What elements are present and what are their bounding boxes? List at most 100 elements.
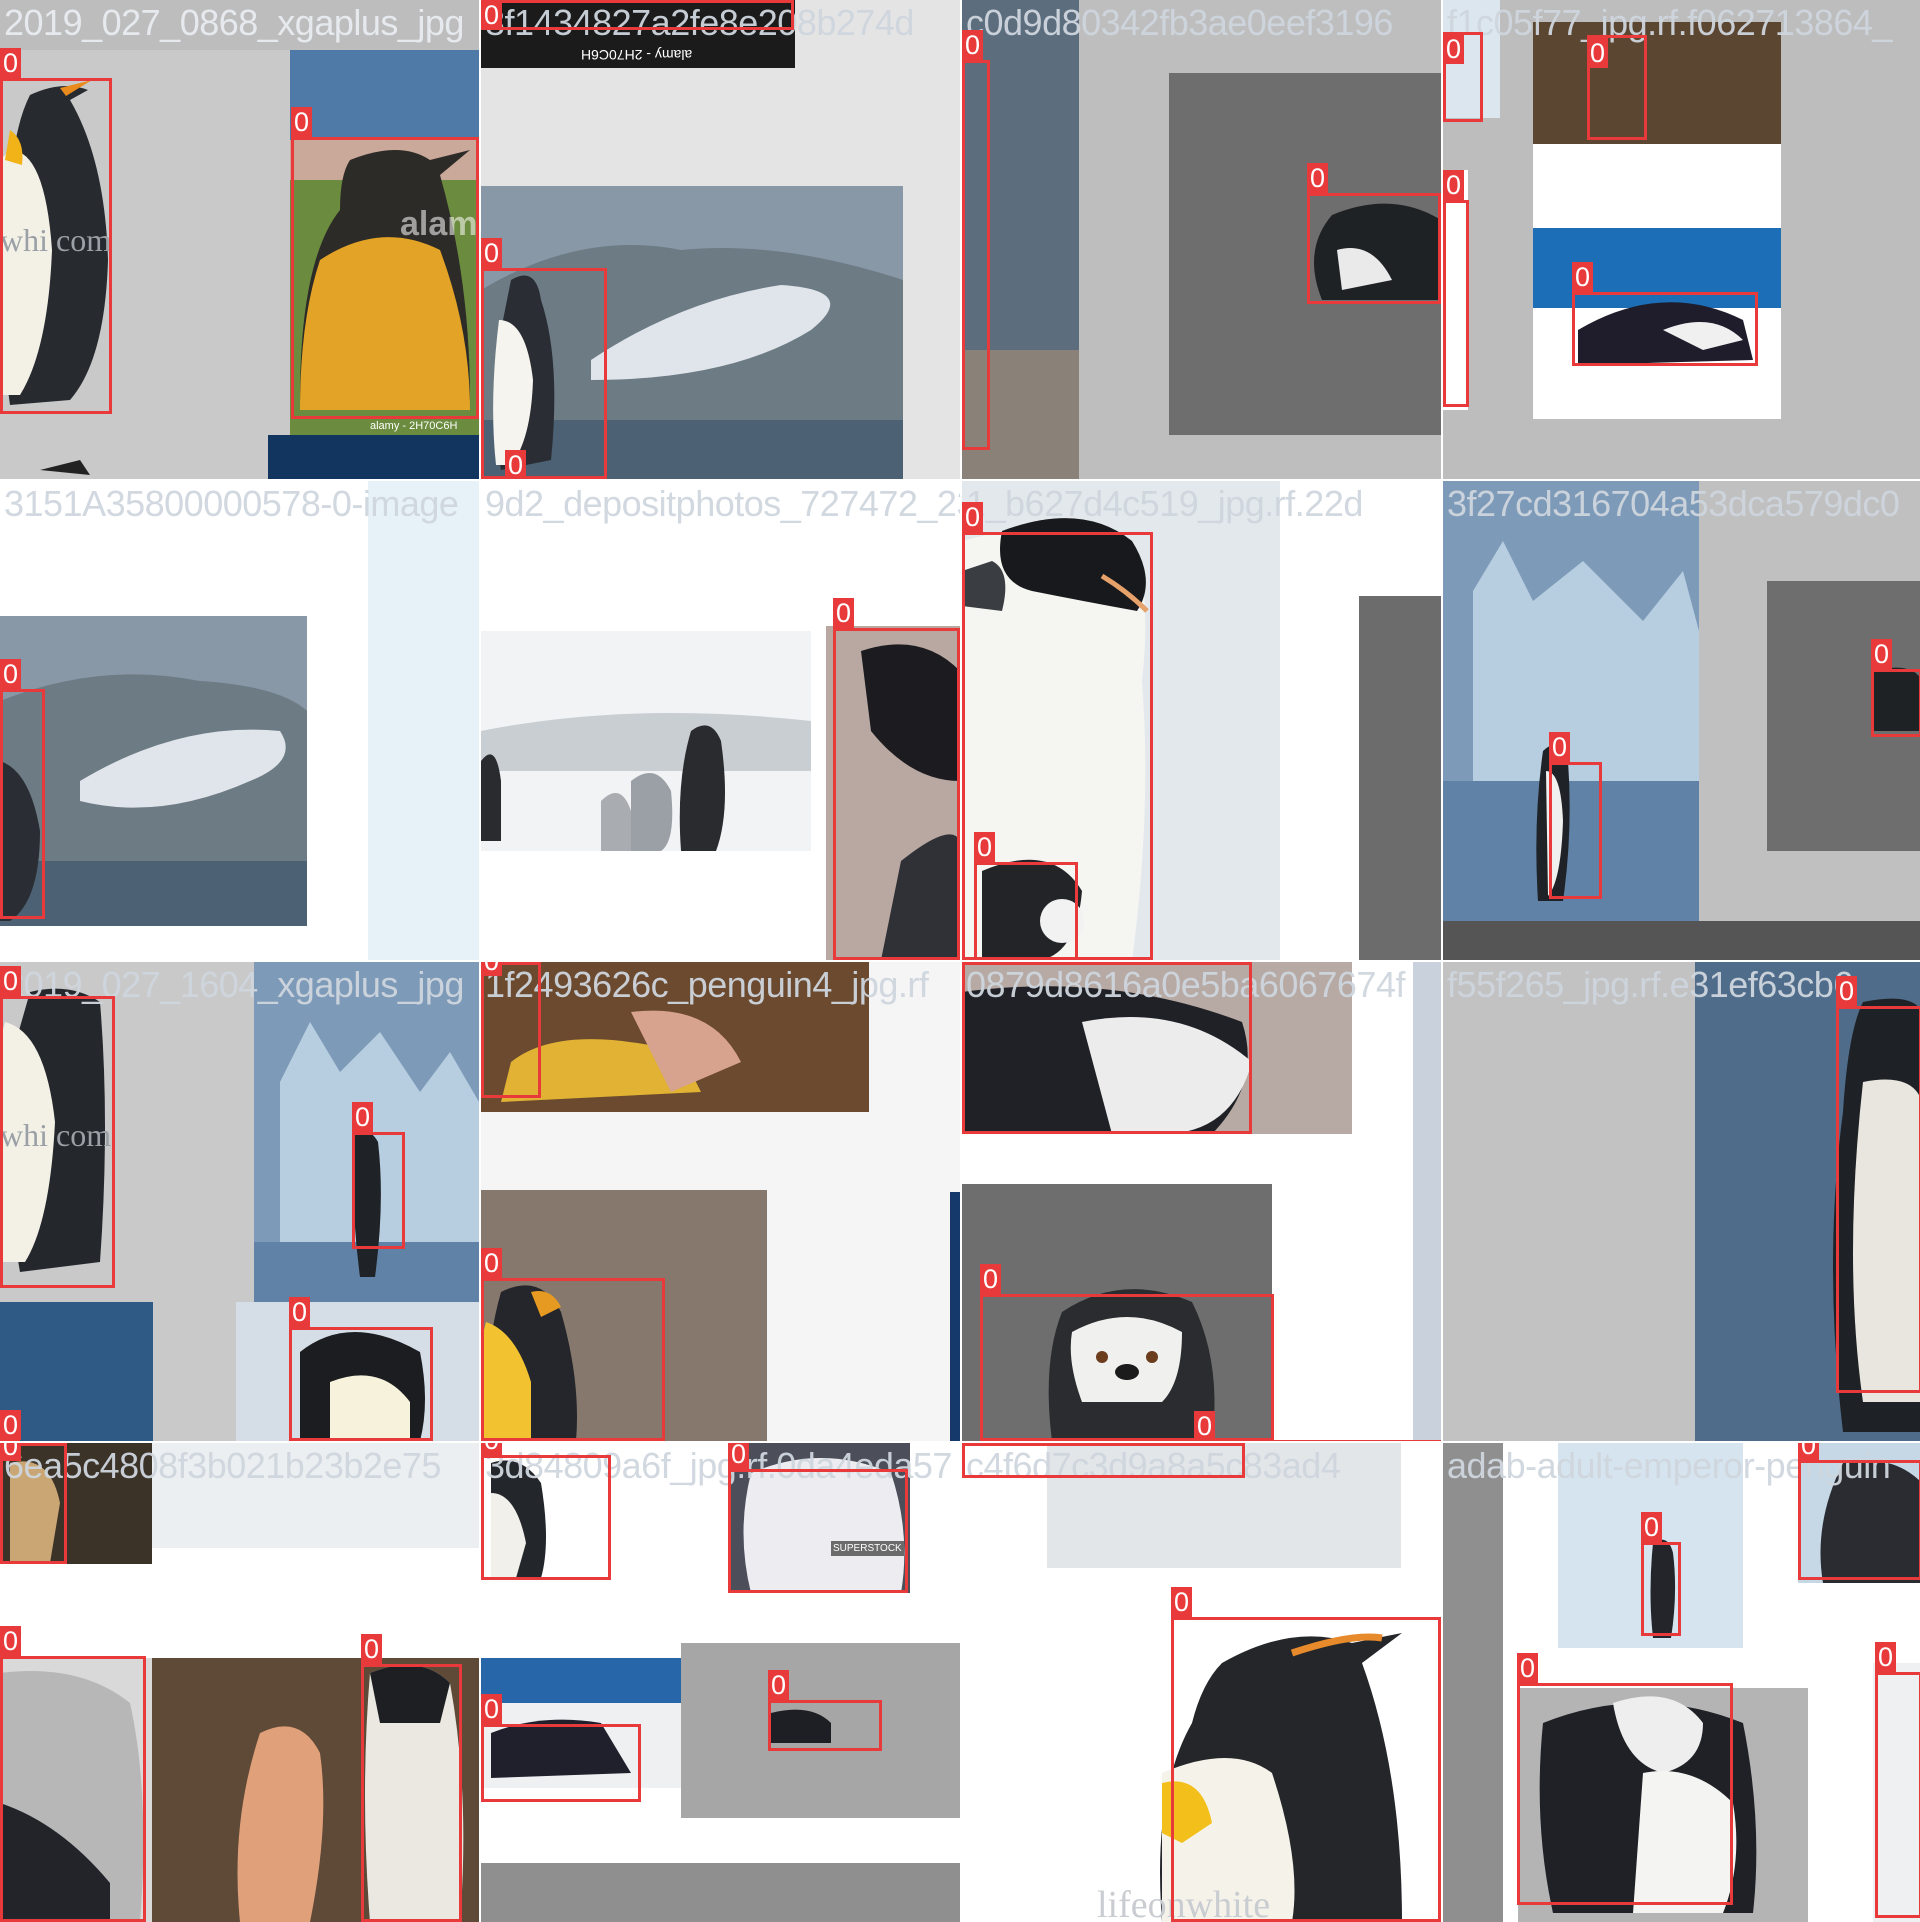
class-label: 0	[1875, 1642, 1897, 1672]
class-label: 0	[1587, 38, 1609, 68]
watermark-text: alamy - 2H70C6H	[581, 47, 693, 63]
mosaic-tile: f55f265_jpg.rf.e31ef63cb6 0	[1443, 962, 1920, 1441]
bounding-box	[962, 1443, 1245, 1478]
mosaic-tile: 2019_027_1604_xgaplus_jpg whi com 0 0 0 …	[0, 962, 479, 1441]
bounding-box	[481, 1455, 611, 1580]
tile-filename: 6ea5c4808f3b021b23b2e75	[4, 1445, 441, 1486]
mosaic-tile: f1c05f77_jpg.rf.f062713864_ 0 0 0 0	[1443, 0, 1920, 479]
tile-filename: 3f27cd316704a53dca579dc0	[1447, 483, 1900, 524]
mosaic-tile: 3151A35800000578-0-image 0	[0, 481, 479, 960]
mosaic-tile: 8f1434827a2fe8e208b274d alamy - 2H70C6H …	[481, 0, 960, 479]
class-label: 0	[1871, 639, 1893, 669]
mosaic-tile: 0879d8616a0e5ba6067674f 0 0	[962, 962, 1441, 1441]
class-label: 0	[0, 966, 22, 996]
bounding-box	[289, 1327, 433, 1441]
mosaic-tile: c0d9d80342fb3ae0eef3196 0 0	[962, 0, 1441, 479]
tile-image	[1443, 0, 1920, 479]
bounding-box	[1171, 1617, 1441, 1922]
class-label: 0	[481, 962, 503, 976]
class-label: 0	[974, 832, 996, 862]
tile-image	[0, 481, 479, 960]
bounding-box	[1443, 200, 1469, 407]
mosaic-tile: 1f2493626c_penguin4_jpg.rf 0 0	[481, 962, 960, 1441]
bounding-box	[0, 996, 115, 1288]
bounding-box	[1194, 1440, 1441, 1441]
class-label: 0	[291, 107, 313, 137]
class-label: 0	[980, 1264, 1002, 1294]
mosaic-tile: 2019_027_0868_xgaplus_jpg whi com alamy …	[0, 0, 479, 479]
class-label: 0	[833, 598, 855, 628]
mosaic-tile: 9d2_depositphotos_727472_23266_ 0	[481, 481, 960, 960]
tile-filename: 1_b627d4c519_jpg.rf.22d	[966, 483, 1363, 524]
class-label: 0	[1443, 34, 1465, 64]
tile-filename: 9d2_depositphotos_727472_23266_	[485, 483, 960, 524]
tile-image	[1443, 481, 1920, 960]
mosaic-tile: 3d84809a6f_jpg.rf.0da4eda57 SUPERSTOCK 0…	[481, 1443, 960, 1922]
class-label: 0	[481, 0, 503, 30]
bounding-box	[481, 1724, 641, 1802]
bounding-box	[0, 689, 45, 919]
class-label: 0	[962, 502, 984, 532]
tile-filename: c0d9d80342fb3ae0eef3196	[966, 2, 1393, 43]
class-label: 0	[352, 1102, 374, 1132]
class-label: 0	[768, 1670, 790, 1700]
bounding-box	[1875, 1672, 1920, 1918]
bounding-box	[974, 862, 1078, 960]
tile-filename: 1f2493626c_penguin4_jpg.rf	[485, 964, 929, 1005]
bounding-box	[768, 1700, 882, 1751]
class-label: 0	[481, 1248, 503, 1278]
class-label: 0	[1443, 170, 1465, 200]
bounding-box	[1517, 1683, 1733, 1905]
training-batch-mosaic: 2019_027_0868_xgaplus_jpg whi com alamy …	[0, 0, 1920, 1922]
bounding-box	[481, 1278, 665, 1441]
bounding-box	[481, 962, 541, 1098]
class-label: 0	[0, 659, 22, 689]
bounding-box	[291, 137, 479, 419]
bounding-box	[962, 60, 990, 450]
class-label: 0	[962, 30, 984, 60]
mosaic-tile: c4f6d7c3d9a8a5c83ad4 lifeonwhite 0	[962, 1443, 1441, 1922]
class-label: 0	[481, 238, 503, 268]
tile-filename: 2019_027_0868_xgaplus_jpg	[4, 2, 464, 43]
class-label: 0	[1798, 1443, 1820, 1460]
bounding-box	[0, 1656, 146, 1922]
class-label: 0	[0, 48, 22, 78]
mosaic-tile: 6ea5c4808f3b021b23b2e75 0 0 0	[0, 1443, 479, 1922]
class-label: 0	[1641, 1512, 1663, 1542]
tile-filename: f1c05f77_jpg.rf.f062713864_	[1447, 2, 1892, 43]
watermark-text: alamy - 2H70C6H	[370, 420, 458, 432]
bounding-box	[1572, 292, 1758, 366]
tile-filename: f55f265_jpg.rf.e31ef63cb6	[1447, 964, 1853, 1005]
class-label: 0	[1171, 1587, 1193, 1617]
bounding-box	[1307, 193, 1441, 304]
bounding-box	[1836, 1006, 1920, 1393]
mosaic-tile: adab-adult-emperor-penguin 0 0 0 0	[1443, 1443, 1920, 1922]
mosaic-tile: 1_b627d4c519_jpg.rf.22d 0 0	[962, 481, 1441, 960]
bounding-box	[1871, 669, 1920, 737]
tile-filename: 3151A35800000578-0-image	[4, 483, 459, 524]
class-label: 0	[1194, 1411, 1216, 1441]
bounding-box	[0, 1443, 67, 1564]
class-label: 0	[1572, 262, 1594, 292]
class-label: 0	[1836, 976, 1858, 1006]
bounding-box	[352, 1132, 405, 1249]
bounding-box	[1549, 762, 1602, 899]
class-label: 0	[505, 450, 527, 479]
class-label: 0	[1549, 732, 1571, 762]
class-label: 0	[728, 1443, 750, 1469]
bounding-box	[728, 1469, 908, 1593]
class-label: 0	[1307, 163, 1329, 193]
class-label: 0	[481, 1443, 503, 1455]
class-label: 0	[1517, 1653, 1539, 1683]
bounding-box	[361, 1664, 462, 1922]
class-label: 0	[0, 1626, 22, 1656]
bounding-box	[962, 962, 1252, 1134]
class-label: 0	[481, 1694, 503, 1724]
bounding-box	[980, 1294, 1274, 1441]
class-label: 0	[289, 1297, 311, 1327]
bounding-box	[481, 268, 607, 479]
class-label: 0	[361, 1634, 383, 1664]
class-label: 0	[0, 1443, 22, 1461]
class-label: 0	[0, 1410, 22, 1440]
mosaic-tile: 3f27cd316704a53dca579dc0 0 0	[1443, 481, 1920, 960]
